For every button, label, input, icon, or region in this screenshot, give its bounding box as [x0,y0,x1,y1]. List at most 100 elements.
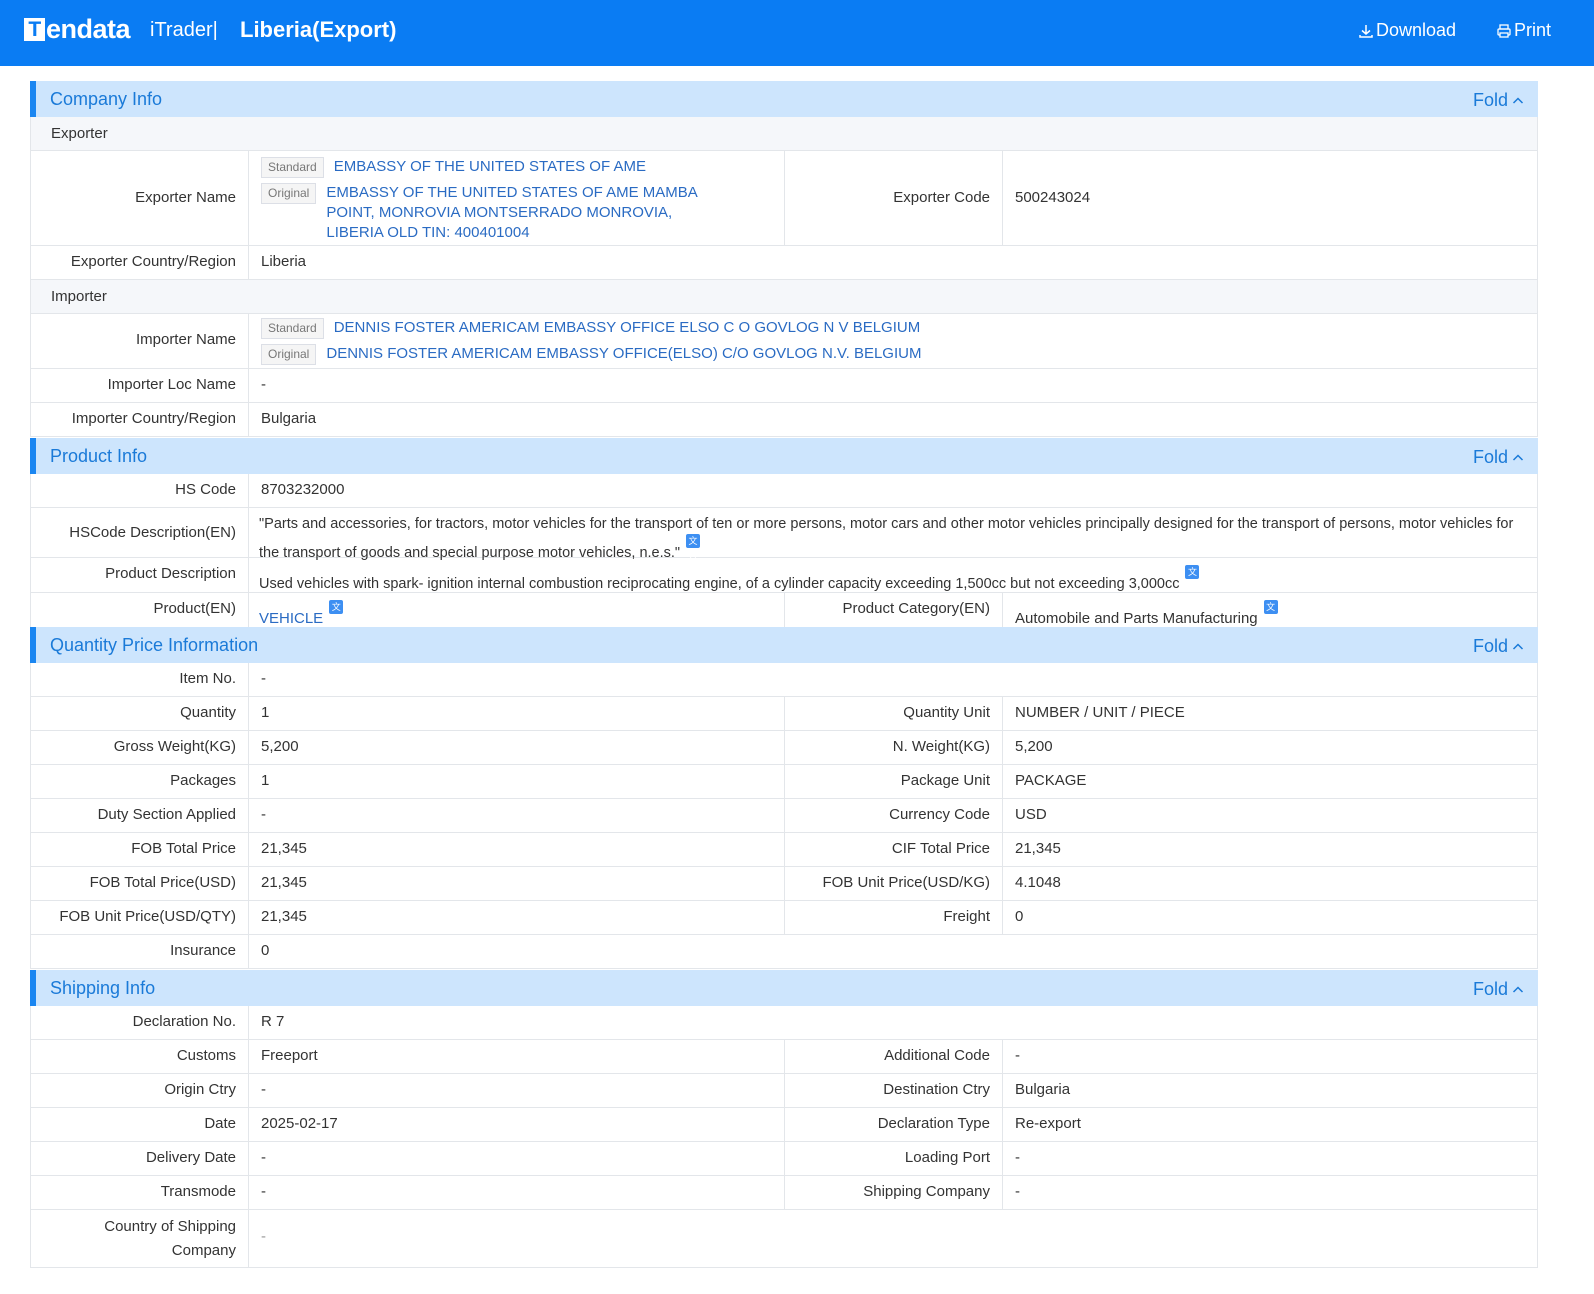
exporter-heading: Exporter [30,117,1538,151]
gross-weight-value: 5,200 [249,731,785,764]
section-title: Shipping Info [50,978,156,998]
fold-button[interactable]: Fold [1473,90,1524,111]
translate-icon[interactable]: 文A [1185,565,1200,591]
tendata-logo[interactable]: Tendata [24,14,131,45]
translate-icon[interactable]: 文A [329,600,344,626]
table-row: Insurance 0 [30,935,1538,969]
table-row: Exporter Country/Region Liberia [30,246,1538,280]
quantity-value: 1 [249,697,785,730]
declaration-no-value: R 7 [261,1013,285,1030]
duty-section-value: - [249,799,785,832]
table-row: Quantity 1 Quantity Unit NUMBER / UNIT /… [30,697,1538,731]
destination-ctry-value: Bulgaria [1015,1081,1071,1098]
shipping-info-section: Shipping Info Fold Declaration No. R 7 C… [30,970,1538,1268]
translate-icon[interactable]: 文A [1263,600,1278,626]
table-row: Importer Name Standard DENNIS FOSTER AMER… [30,314,1538,369]
declaration-type-label: Declaration Type [785,1108,1003,1141]
chevron-up-icon [1512,96,1524,104]
table-row: Packages 1 Package Unit PACKAGE [30,765,1538,799]
table-row: HSCode Description(EN) "Parts and access… [30,508,1538,561]
importer-country-value: Bulgaria [261,410,317,427]
company-info-section: Company Info Fold Exporter Exporter Name… [30,81,1538,437]
fold-button[interactable]: Fold [1473,979,1524,1000]
print-button[interactable]: Print [1496,20,1551,41]
section-title: Company Info [50,89,163,109]
delivery-date-label: Delivery Date [31,1142,249,1175]
fob-unit-kg-value: 4.1048 [1015,874,1061,891]
fob-unit-qty-value: 21,345 [249,901,785,934]
insurance-value: 0 [261,942,270,959]
hs-code-label: HS Code [31,474,249,507]
table-row: FOB Total Price 21,345 CIF Total Price 2… [30,833,1538,867]
net-weight-label: N. Weight(KG) [785,731,1003,764]
packages-label: Packages [31,765,249,798]
insurance-label: Insurance [31,935,249,968]
item-no-label: Item No. [31,663,249,696]
cif-total-value: 21,345 [1015,840,1061,857]
net-weight-value: 5,200 [1015,738,1053,755]
printer-icon [1497,23,1511,38]
importer-loc-label: Importer Loc Name [31,369,249,402]
currency-code-value: USD [1015,806,1047,823]
product-desc-value: Used vehicles with spark- ignition inter… [249,558,1537,592]
table-row: Duty Section Applied - Currency Code USD [30,799,1538,833]
importer-loc-value: - [261,376,266,393]
packages-value: 1 [249,765,785,798]
fold-button[interactable]: Fold [1473,636,1524,657]
customs-value: Freeport [249,1040,785,1073]
page-title: Liberia(Export) [240,17,397,42]
table-row: FOB Total Price(USD) 21,345 FOB Unit Pri… [30,867,1538,901]
importer-original-link[interactable]: DENNIS FOSTER AMERICAM EMBASSY OFFICE(EL… [326,344,921,364]
section-title: Product Info [50,446,148,466]
product-en-value: VEHICLE 文A [249,593,785,627]
origin-ctry-value: - [249,1074,785,1107]
original-tag: Original [261,183,317,204]
exporter-original-link[interactable]: EMBASSY OF THE UNITED STATES OF AME MAMB… [326,183,726,243]
table-row: Origin Ctry - Destination Ctry Bulgaria [30,1074,1538,1108]
quantity-unit-value: NUMBER / UNIT / PIECE [1015,704,1185,721]
top-bar: Tendata iTrader| Liberia(Export) Downloa… [0,0,1594,66]
table-row: Country of Shipping Company - [30,1210,1538,1268]
freight-value: 0 [1015,908,1024,925]
product-name: iTrader| [150,19,218,41]
importer-heading: Importer [30,280,1538,314]
table-row: Importer Country/Region Bulgaria [30,403,1538,437]
additional-code-value: - [1015,1047,1020,1064]
section-header: Company Info Fold [30,81,1538,117]
section-title: Quantity Price Information [50,635,259,655]
package-unit-value: PACKAGE [1015,772,1087,789]
loading-port-value: - [1015,1149,1020,1166]
standard-tag: Standard [261,157,324,178]
table-row: HS Code 8703232000 [30,474,1538,508]
fob-total-usd-label: FOB Total Price(USD) [31,867,249,900]
exporter-country-label: Exporter Country/Region [31,246,249,279]
customs-label: Customs [31,1040,249,1073]
product-en-link[interactable]: VEHICLE [259,610,323,627]
gross-weight-label: Gross Weight(KG) [31,731,249,764]
importer-country-label: Importer Country/Region [31,403,249,436]
delivery-date-value: - [249,1142,785,1175]
date-label: Date [31,1108,249,1141]
chevron-up-icon [1512,642,1524,650]
fob-total-usd-value: 21,345 [249,867,785,900]
fob-unit-qty-label: FOB Unit Price(USD/QTY) [31,901,249,934]
declaration-type-value: Re-export [1015,1115,1081,1132]
translate-icon[interactable]: 文A [686,534,701,560]
destination-ctry-label: Destination Ctry [785,1074,1003,1107]
section-header: Product Info Fold [30,438,1538,474]
table-row: Product(EN) VEHICLE 文A Product Category(E… [30,593,1538,628]
quantity-unit-label: Quantity Unit [785,697,1003,730]
exporter-standard-link[interactable]: EMBASSY OF THE UNITED STATES OF AME [334,157,646,177]
product-info-section: Product Info Fold HS Code 8703232000 HSC… [30,438,1538,628]
hs-code-value: 8703232000 [261,481,345,498]
fold-button[interactable]: Fold [1473,447,1524,468]
importer-name-value: Standard DENNIS FOSTER AMERICAM EMBASSY O… [249,314,1537,368]
table-row: Gross Weight(KG) 5,200 N. Weight(KG) 5,2… [30,731,1538,765]
shipping-company-value: - [1015,1183,1020,1200]
download-button[interactable]: Download [1358,20,1456,41]
table-row: Importer Loc Name - [30,369,1538,403]
exporter-code-value: 500243024 [1015,189,1091,206]
product-category-label: Product Category(EN) [785,593,1003,627]
table-row: Item No. - [30,663,1538,697]
importer-standard-link[interactable]: DENNIS FOSTER AMERICAM EMBASSY OFFICE EL… [334,318,921,338]
